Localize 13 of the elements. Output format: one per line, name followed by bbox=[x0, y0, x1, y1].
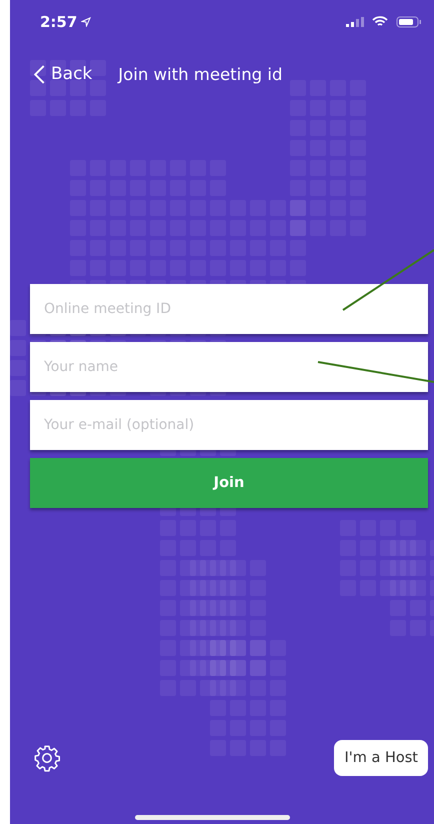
settings-icon[interactable] bbox=[33, 744, 61, 772]
chevron-icon bbox=[34, 64, 45, 84]
location-arrow-icon bbox=[81, 17, 92, 27]
input-field[interactable]: Online meeting ID bbox=[30, 284, 428, 334]
battery-icon bbox=[396, 16, 422, 28]
status-time: 2:57 bbox=[40, 13, 78, 31]
host-button[interactable]: I'm a Host bbox=[334, 740, 428, 776]
wifi-icon bbox=[372, 16, 388, 28]
screen-title: Join with meeting id bbox=[118, 64, 282, 84]
input-field[interactable]: Your e-mail (optional) bbox=[30, 400, 428, 450]
signal-icon bbox=[346, 17, 364, 27]
back-button[interactable]: Back bbox=[34, 64, 92, 84]
input-field[interactable]: Your name bbox=[30, 342, 428, 392]
